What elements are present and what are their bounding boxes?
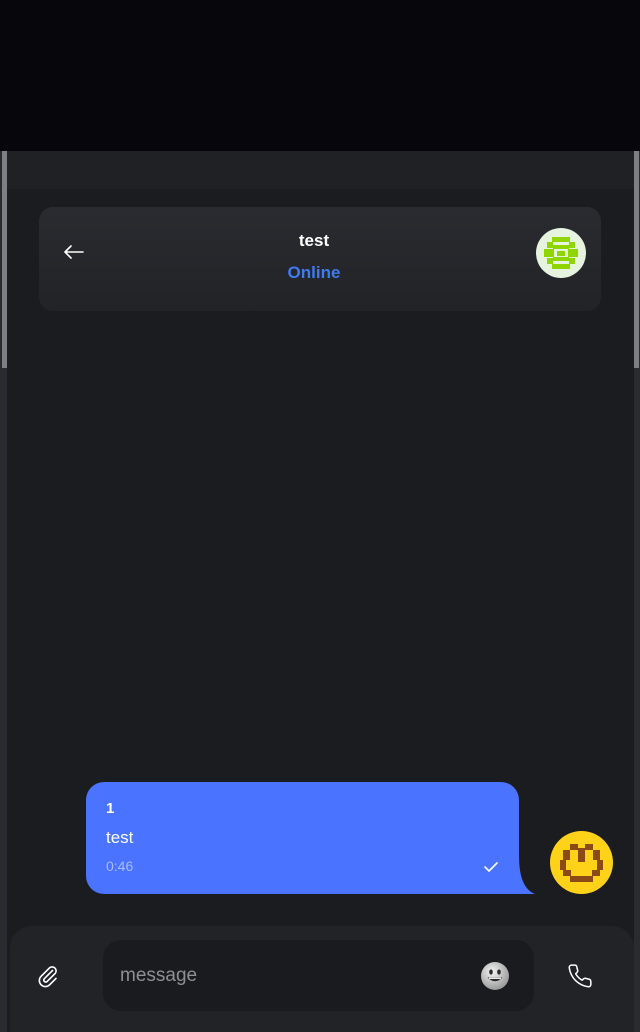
message-time: 0:46: [106, 858, 134, 874]
top-strip: [7, 151, 634, 189]
emoji-button[interactable]: [480, 961, 510, 991]
message-bubble[interactable]: [86, 782, 519, 894]
top-black-bar: [0, 0, 640, 151]
checkmark-icon: [484, 862, 498, 872]
message-text: test: [106, 828, 134, 847]
chat-title: test: [298, 231, 330, 250]
back-button[interactable]: [54, 232, 94, 272]
attach-button[interactable]: [28, 956, 68, 996]
chat-header: [39, 207, 601, 311]
smiley-icon: [481, 962, 509, 990]
contact-avatar[interactable]: [536, 228, 586, 278]
bubble-tail: [505, 856, 535, 894]
paperclip-icon: [38, 966, 57, 988]
message-sender: 1: [106, 800, 115, 817]
scrollbar-thumb[interactable]: [634, 151, 639, 368]
arrow-left-icon: [64, 245, 84, 259]
user-avatar[interactable]: [550, 831, 613, 894]
message-input[interactable]: [120, 956, 470, 996]
call-button[interactable]: [560, 956, 600, 996]
online-status: Online: [287, 263, 341, 282]
phone-icon: [568, 964, 592, 988]
